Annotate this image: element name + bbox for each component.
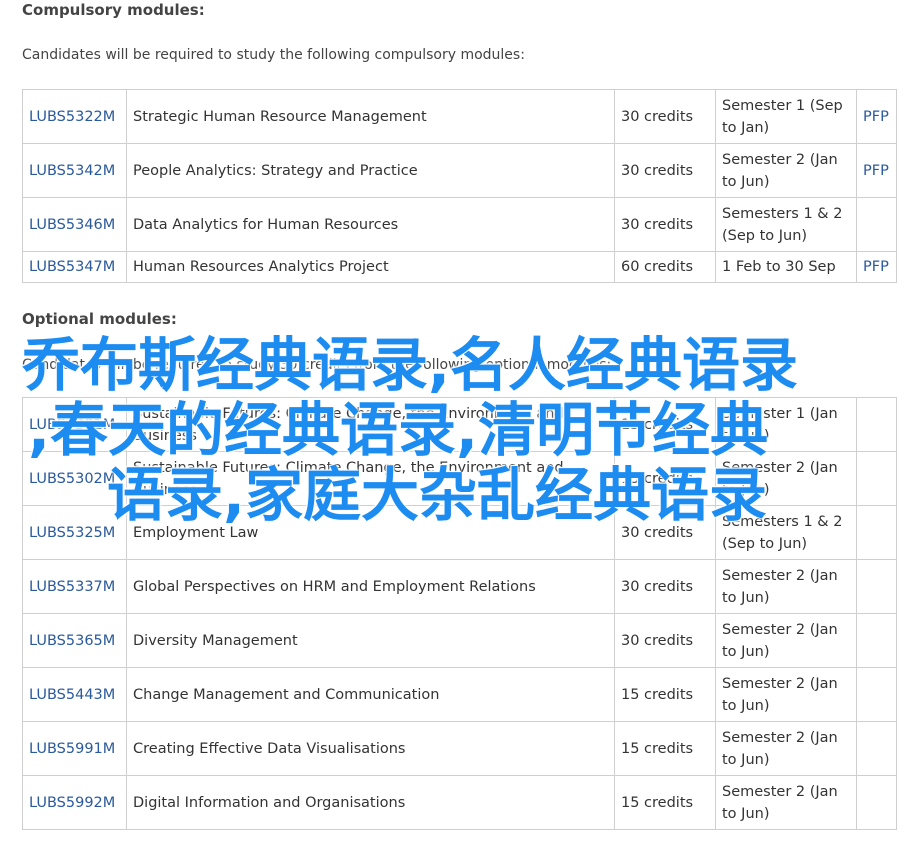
table-row: LUBS5991M Creating Effective Data Visual… xyxy=(22,721,897,776)
module-code-cell: LUBS5325M xyxy=(22,505,127,560)
module-semester-cell: Semester 1 (Jan to Jun) xyxy=(715,397,857,452)
module-pfp-cell xyxy=(856,613,897,668)
module-code-link[interactable]: LUBS5342M xyxy=(29,163,115,179)
module-credits-cell: 30 credits xyxy=(614,613,716,668)
module-semester-cell: Semesters 1 & 2 (Sep to Jun) xyxy=(715,505,857,560)
compulsory-modules-table: LUBS5322M Strategic Human Resource Manag… xyxy=(22,89,897,283)
module-code-cell: LUBS5346M xyxy=(22,197,127,252)
module-pfp-cell: PFP xyxy=(856,143,897,198)
optional-modules-heading: Optional modules: xyxy=(22,310,177,328)
module-code-link[interactable]: LUBS5337M xyxy=(29,579,115,595)
module-title-cell: Sustainable Futures: Climate Change, the… xyxy=(126,397,615,452)
module-semester-cell: Semester 2 (Jan to Jun) xyxy=(715,775,857,830)
table-row: LUBS5322M Strategic Human Resource Manag… xyxy=(22,89,897,144)
module-semester-cell: Semester 2 (Jan to Jun) xyxy=(715,559,857,614)
table-row: LUBS5347M Human Resources Analytics Proj… xyxy=(22,251,897,283)
module-credits-cell: 15 credits xyxy=(614,667,716,722)
module-code-link[interactable]: LUBS5365M xyxy=(29,633,115,649)
module-code-cell: LUBS5992M xyxy=(22,775,127,830)
table-row: LUBS5325M Employment Law 30 credits Seme… xyxy=(22,505,897,560)
compulsory-modules-intro: Candidates will be required to study the… xyxy=(22,47,525,63)
module-pfp-cell: PFP xyxy=(856,251,897,283)
module-semester-cell: 1 Feb to 30 Sep xyxy=(715,251,857,283)
module-title-cell: Global Perspectives on HRM and Employmen… xyxy=(126,559,615,614)
module-credits-cell: 15 credits xyxy=(614,451,716,506)
module-title-cell: Diversity Management xyxy=(126,613,615,668)
module-code-cell: LUBS5322M xyxy=(22,89,127,144)
module-code-cell: LUBS5443M xyxy=(22,667,127,722)
module-code-cell: LUBS5337M xyxy=(22,559,127,614)
module-code-link[interactable]: LUBS5325M xyxy=(29,525,115,541)
pfp-link[interactable]: PFP xyxy=(863,109,889,125)
module-credits-cell: 30 credits xyxy=(614,143,716,198)
module-title-cell: Human Resources Analytics Project xyxy=(126,251,615,283)
module-pfp-cell xyxy=(856,667,897,722)
module-title-cell: Digital Information and Organisations xyxy=(126,775,615,830)
module-code-link[interactable]: LUBS5443M xyxy=(29,687,115,703)
module-pfp-cell xyxy=(856,397,897,452)
module-pfp-cell: PFP xyxy=(856,89,897,144)
module-code-link[interactable]: LUBS5301M xyxy=(29,417,115,433)
table-row: LUBS5992M Digital Information and Organi… xyxy=(22,775,897,830)
table-row: LUBS5443M Change Management and Communic… xyxy=(22,667,897,722)
module-code-link[interactable]: LUBS5991M xyxy=(29,741,115,757)
module-semester-cell: Semester 2 (Jan to Jun) xyxy=(715,451,857,506)
module-title-cell: Data Analytics for Human Resources xyxy=(126,197,615,252)
module-pfp-cell xyxy=(856,451,897,506)
module-title-cell: Sustainable Futures: Climate Change, the… xyxy=(126,451,615,506)
module-credits-cell: 30 credits xyxy=(614,197,716,252)
compulsory-modules-heading: Compulsory modules: xyxy=(22,1,205,19)
module-semester-cell: Semester 2 (Jan to Jun) xyxy=(715,721,857,776)
module-pfp-cell xyxy=(856,505,897,560)
module-code-link[interactable]: LUBS5992M xyxy=(29,795,115,811)
page: Compulsory modules: Candidates will be r… xyxy=(0,0,916,845)
module-pfp-cell xyxy=(856,559,897,614)
module-code-cell: LUBS5347M xyxy=(22,251,127,283)
module-code-link[interactable]: LUBS5302M xyxy=(29,471,115,487)
module-code-cell: LUBS5365M xyxy=(22,613,127,668)
optional-modules-intro: Candidates will be required to study 30 … xyxy=(22,357,612,373)
table-row: LUBS5342M People Analytics: Strategy and… xyxy=(22,143,897,198)
module-credits-cell: 60 credits xyxy=(614,251,716,283)
table-row: LUBS5337M Global Perspectives on HRM and… xyxy=(22,559,897,614)
table-row: LUBS5346M Data Analytics for Human Resou… xyxy=(22,197,897,252)
module-title-cell: Change Management and Communication xyxy=(126,667,615,722)
module-title-cell: Strategic Human Resource Management xyxy=(126,89,615,144)
module-credits-cell: 30 credits xyxy=(614,89,716,144)
module-code-cell: LUBS5301M xyxy=(22,397,127,452)
module-title-cell: Creating Effective Data Visualisations xyxy=(126,721,615,776)
table-row: LUBS5301M Sustainable Futures: Climate C… xyxy=(22,397,897,452)
module-pfp-cell xyxy=(856,775,897,830)
module-code-link[interactable]: LUBS5322M xyxy=(29,109,115,125)
table-row: LUBS5302M Sustainable Futures: Climate C… xyxy=(22,451,897,506)
module-credits-cell: 15 credits xyxy=(614,721,716,776)
module-semester-cell: Semesters 1 & 2 (Sep to Jun) xyxy=(715,197,857,252)
module-code-cell: LUBS5342M xyxy=(22,143,127,198)
module-semester-cell: Semester 2 (Jan to Jun) xyxy=(715,143,857,198)
module-code-link[interactable]: LUBS5346M xyxy=(29,217,115,233)
pfp-link[interactable]: PFP xyxy=(863,259,889,275)
module-title-cell: Employment Law xyxy=(126,505,615,560)
module-title-cell: People Analytics: Strategy and Practice xyxy=(126,143,615,198)
module-credits-cell: 15 credits xyxy=(614,397,716,452)
module-code-cell: LUBS5991M xyxy=(22,721,127,776)
module-credits-cell: 30 credits xyxy=(614,505,716,560)
module-semester-cell: Semester 2 (Jan to Jun) xyxy=(715,613,857,668)
pfp-link[interactable]: PFP xyxy=(863,163,889,179)
module-pfp-cell xyxy=(856,197,897,252)
table-row: LUBS5365M Diversity Management 30 credit… xyxy=(22,613,897,668)
optional-modules-table: LUBS5301M Sustainable Futures: Climate C… xyxy=(22,397,897,830)
module-credits-cell: 15 credits xyxy=(614,775,716,830)
module-pfp-cell xyxy=(856,721,897,776)
module-semester-cell: Semester 1 (Sep to Jan) xyxy=(715,89,857,144)
module-code-cell: LUBS5302M xyxy=(22,451,127,506)
module-semester-cell: Semester 2 (Jan to Jun) xyxy=(715,667,857,722)
module-code-link[interactable]: LUBS5347M xyxy=(29,259,115,275)
module-credits-cell: 30 credits xyxy=(614,559,716,614)
